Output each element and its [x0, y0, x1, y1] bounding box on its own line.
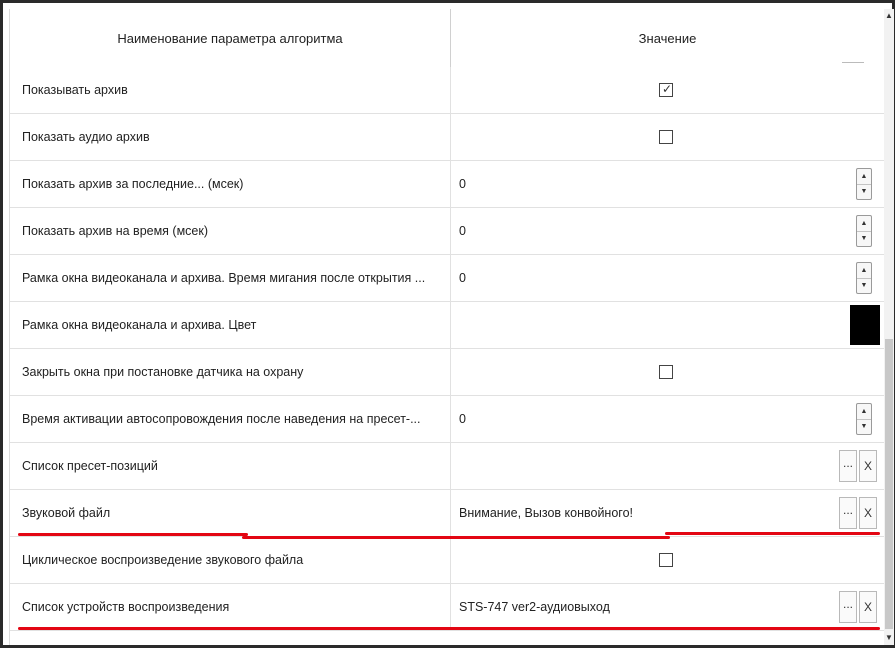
- spin-up-icon[interactable]: ▲: [857, 216, 871, 232]
- parameter-row[interactable]: Показать аудио архив: [10, 114, 884, 161]
- parameter-name: Список устройств воспроизведения: [22, 600, 230, 614]
- value-spinner[interactable]: ▲ ▼: [856, 168, 872, 200]
- parameter-name: Звуковой файл: [22, 506, 111, 520]
- parameter-row[interactable]: Рамка окна видеоканала и архива. Цвет: [10, 302, 884, 349]
- parameter-row[interactable]: Показывать архив ✓: [10, 67, 884, 114]
- parameter-value[interactable]: STS-747 ver2-аудиовыход: [459, 584, 829, 630]
- clear-button[interactable]: X: [859, 497, 877, 529]
- parameter-name: Показать аудио архив: [22, 130, 150, 144]
- parameter-row[interactable]: Список устройств воспроизведения STS-747 …: [10, 584, 884, 631]
- column-divider: [450, 302, 451, 348]
- column-divider: [450, 490, 451, 536]
- highlight-underline: [665, 532, 880, 535]
- column-divider: [450, 537, 451, 583]
- highlight-underline: [18, 533, 248, 536]
- spin-down-icon[interactable]: ▼: [857, 231, 871, 246]
- parameter-value[interactable]: 0: [459, 396, 829, 442]
- browse-button[interactable]: ...: [839, 497, 857, 529]
- highlight-underline: [242, 536, 670, 539]
- value-checkbox[interactable]: [659, 365, 673, 379]
- spin-up-icon[interactable]: ▲: [857, 404, 871, 420]
- spin-up-icon[interactable]: ▲: [857, 169, 871, 185]
- highlight-underline: [18, 627, 880, 630]
- clear-button[interactable]: X: [859, 450, 877, 482]
- parameter-row[interactable]: Список пресет-позиций... X: [10, 443, 884, 490]
- parameter-name: Показать архив за последние... (мсек): [22, 177, 244, 191]
- column-divider: [450, 255, 451, 301]
- spin-down-icon[interactable]: ▼: [857, 184, 871, 199]
- parameter-row[interactable]: Циклическое воспроизведение звукового фа…: [10, 537, 884, 584]
- properties-window: Наименование параметра алгоритма Значени…: [0, 0, 895, 648]
- clear-button[interactable]: X: [859, 591, 877, 623]
- column-divider: [450, 584, 451, 630]
- parameter-value[interactable]: Внимание, Вызов конвойного!: [459, 490, 829, 536]
- spin-up-icon[interactable]: ▲: [857, 263, 871, 279]
- value-spinner[interactable]: ▲ ▼: [856, 403, 872, 435]
- column-divider: [450, 396, 451, 442]
- scroll-down-icon[interactable]: ▼: [884, 631, 894, 645]
- header-value[interactable]: Значение: [451, 9, 884, 67]
- grid-header: Наименование параметра алгоритма Значени…: [10, 9, 884, 68]
- column-divider: [450, 161, 451, 207]
- scroll-up-icon[interactable]: ▲: [884, 9, 894, 23]
- header-resize-handle[interactable]: [842, 56, 864, 63]
- parameter-name: Закрыть окна при постановке датчика на о…: [22, 365, 304, 379]
- header-parameter-name[interactable]: Наименование параметра алгоритма: [10, 9, 451, 67]
- parameter-row[interactable]: Рамка окна видеоканала и архива. Время м…: [10, 255, 884, 302]
- value-spinner[interactable]: ▲ ▼: [856, 262, 872, 294]
- browse-button[interactable]: ...: [839, 450, 857, 482]
- color-swatch[interactable]: [850, 305, 880, 345]
- parameter-row[interactable]: Показать архив за последние... (мсек) 0 ▲ ▼: [10, 161, 884, 208]
- column-divider: [450, 349, 451, 395]
- parameter-value[interactable]: 0: [459, 161, 829, 207]
- value-checkbox[interactable]: [659, 130, 673, 144]
- value-checkbox[interactable]: [659, 553, 673, 567]
- parameter-row[interactable]: Закрыть окна при постановке датчика на о…: [10, 349, 884, 396]
- column-divider: [450, 208, 451, 254]
- column-divider: [450, 443, 451, 489]
- parameter-name: Показать архив на время (мсек): [22, 224, 209, 238]
- parameter-name: Показывать архив: [22, 83, 128, 97]
- parameter-name: Рамка окна видеоканала и архива. Цвет: [22, 318, 257, 332]
- spin-down-icon[interactable]: ▼: [857, 278, 871, 293]
- parameter-grid: Наименование параметра алгоритма Значени…: [9, 9, 884, 645]
- column-divider: [450, 114, 451, 160]
- parameter-name: Время активации автосопровождения после …: [22, 412, 421, 426]
- vertical-scrollbar[interactable]: ▲ ▼: [884, 9, 894, 645]
- parameter-value[interactable]: [459, 443, 829, 489]
- browse-button[interactable]: ...: [839, 591, 857, 623]
- parameter-name: Циклическое воспроизведение звукового фа…: [22, 553, 304, 567]
- check-icon: ✓: [661, 82, 673, 96]
- parameter-value[interactable]: 0: [459, 208, 829, 254]
- parameter-name: Рамка окна видеоканала и архива. Время м…: [22, 271, 426, 285]
- parameter-row[interactable]: Время активации автосопровождения после …: [10, 396, 884, 443]
- scrollbar-thumb[interactable]: [885, 339, 893, 629]
- parameter-value[interactable]: 0: [459, 255, 829, 301]
- parameter-row[interactable]: Звуковой файл Внимание, Вызов конвойного!…: [10, 490, 884, 537]
- parameter-name: Список пресет-позиций: [22, 459, 158, 473]
- spin-down-icon[interactable]: ▼: [857, 419, 871, 434]
- column-divider: [450, 67, 451, 113]
- parameter-row[interactable]: Показать архив на время (мсек) 0 ▲ ▼: [10, 208, 884, 255]
- value-checkbox[interactable]: ✓: [659, 82, 673, 97]
- parameter-value[interactable]: [459, 302, 829, 348]
- value-spinner[interactable]: ▲ ▼: [856, 215, 872, 247]
